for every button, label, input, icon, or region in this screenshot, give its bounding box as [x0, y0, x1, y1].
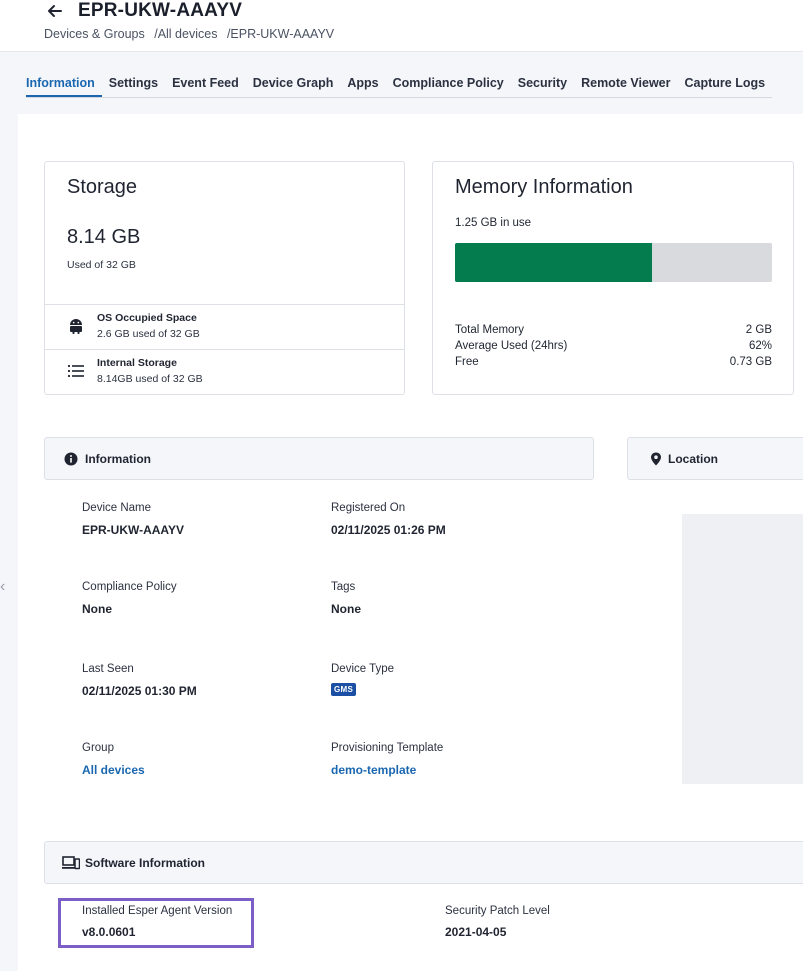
agent-version-highlight — [58, 898, 254, 948]
average-used-value: 62% — [748, 340, 772, 352]
tab-apps[interactable]: Apps — [340, 76, 385, 97]
tab-capture-logs[interactable]: Capture Logs — [678, 76, 773, 97]
total-memory-row: Total Memory 2 GB — [455, 322, 772, 338]
tab-remote-viewer[interactable]: Remote Viewer — [574, 76, 677, 97]
internal-storage-value: 8.14GB used of 32 GB — [97, 373, 203, 385]
group-label: Group — [82, 742, 114, 754]
os-occupied-space-value: 2.6 GB used of 32 GB — [97, 328, 200, 340]
device-name-field: Device Name EPR-UKW-AAAYV — [82, 502, 184, 537]
breadcrumb: Devices & Groups /All devices /EPR-UKW-A… — [44, 27, 340, 41]
provisioning-template-label: Provisioning Template — [331, 742, 444, 754]
group-field: Group All devices — [82, 742, 145, 777]
breadcrumb-all-devices[interactable]: /All devices — [154, 27, 217, 41]
device-name-value: EPR-UKW-AAAYV — [82, 523, 184, 537]
memory-usage-fill — [455, 243, 652, 282]
device-type-field: Device Type GMS — [331, 663, 394, 697]
tab-settings[interactable]: Settings — [102, 76, 165, 97]
memory-heading: Memory Information — [455, 176, 633, 198]
compliance-policy-value: None — [82, 602, 112, 616]
storage-used-caption: Used of 32 GB — [67, 259, 136, 271]
back-arrow-icon[interactable] — [44, 0, 66, 22]
last-seen-label: Last Seen — [82, 663, 134, 675]
list-icon — [67, 364, 84, 378]
compliance-policy-label: Compliance Policy — [82, 581, 177, 593]
group-link[interactable]: All devices — [82, 763, 145, 777]
storage-used-value: 8.14 GB — [67, 226, 141, 248]
average-used-label: Average Used (24hrs) — [455, 340, 568, 352]
registered-on-label: Registered On — [331, 502, 406, 514]
information-title: Information — [85, 452, 151, 466]
info-icon — [64, 452, 78, 466]
memory-usage-bar — [455, 243, 772, 282]
storage-card: Storage 8.14 GB Used of 32 GB OS Occupie… — [44, 161, 405, 395]
security-patch-label: Security Patch Level — [445, 905, 550, 917]
tags-field: Tags None — [331, 581, 361, 616]
device-type-label: Device Type — [331, 663, 395, 675]
information-section-header: Information — [44, 437, 594, 480]
last-seen-field: Last Seen 02/11/2025 01:30 PM — [82, 663, 197, 698]
internal-storage-label: Internal Storage — [97, 357, 177, 369]
location-section-header: Location — [627, 437, 803, 480]
tab-event-feed[interactable]: Event Feed — [165, 76, 246, 97]
breadcrumb-current-device: /EPR-UKW-AAAYV — [226, 27, 335, 41]
left-gutter — [0, 114, 18, 971]
tab-security[interactable]: Security — [511, 76, 574, 97]
tab-information[interactable]: Information — [26, 76, 102, 97]
location-map[interactable] — [682, 514, 803, 784]
average-used-row: Average Used (24hrs) 62% — [455, 338, 772, 354]
software-section-header: Software Information — [44, 841, 803, 884]
internal-storage-row: Internal Storage 8.14GB used of 32 GB — [45, 349, 404, 394]
location-title: Location — [668, 452, 718, 466]
page-header: EPR-UKW-AAAYV Devices & Groups /All devi… — [0, 0, 803, 52]
storage-heading: Storage — [67, 176, 138, 198]
tab-list: Information Settings Event Feed Device G… — [26, 76, 773, 98]
os-occupied-space-row: OS Occupied Space 2.6 GB used of 32 GB — [45, 304, 404, 349]
security-patch-field: Security Patch Level 2021-04-05 — [445, 905, 550, 939]
tab-compliance-policy[interactable]: Compliance Policy — [386, 76, 511, 97]
free-memory-value: 0.73 GB — [729, 356, 772, 368]
last-seen-value: 02/11/2025 01:30 PM — [82, 684, 197, 698]
tags-value: None — [331, 602, 361, 616]
free-memory-row: Free 0.73 GB — [455, 354, 772, 370]
device-type-badge: GMS — [331, 683, 357, 696]
registered-on-value: 02/11/2025 01:26 PM — [331, 523, 446, 537]
tab-device-graph[interactable]: Device Graph — [246, 76, 341, 97]
memory-stats: Total Memory 2 GB Average Used (24hrs) 6… — [455, 322, 772, 370]
security-patch-value: 2021-04-05 — [445, 925, 507, 939]
android-icon — [70, 319, 82, 334]
tags-label: Tags — [331, 581, 356, 593]
page-title: EPR-UKW-AAAYV — [78, 0, 243, 21]
total-memory-value: 2 GB — [745, 324, 772, 336]
free-memory-label: Free — [455, 356, 479, 368]
location-pin-icon — [651, 452, 661, 466]
collapse-chevron-icon[interactable]: ‹ — [0, 578, 5, 596]
compliance-policy-field: Compliance Policy None — [82, 581, 177, 616]
device-name-label: Device Name — [82, 502, 152, 514]
registered-on-field: Registered On 02/11/2025 01:26 PM — [331, 502, 446, 537]
total-memory-label: Total Memory — [455, 324, 525, 336]
software-title: Software Information — [85, 856, 206, 870]
devices-icon — [62, 856, 80, 870]
memory-in-use: 1.25 GB in use — [455, 217, 532, 229]
memory-card: Memory Information 1.25 GB in use Total … — [432, 161, 794, 395]
tabs-bar: Information Settings Event Feed Device G… — [0, 52, 803, 114]
breadcrumb-devices-groups[interactable]: Devices & Groups — [44, 27, 145, 41]
provisioning-template-link[interactable]: demo-template — [331, 763, 443, 777]
provisioning-template-field: Provisioning Template demo-template — [331, 742, 443, 777]
os-occupied-space-label: OS Occupied Space — [97, 312, 197, 324]
